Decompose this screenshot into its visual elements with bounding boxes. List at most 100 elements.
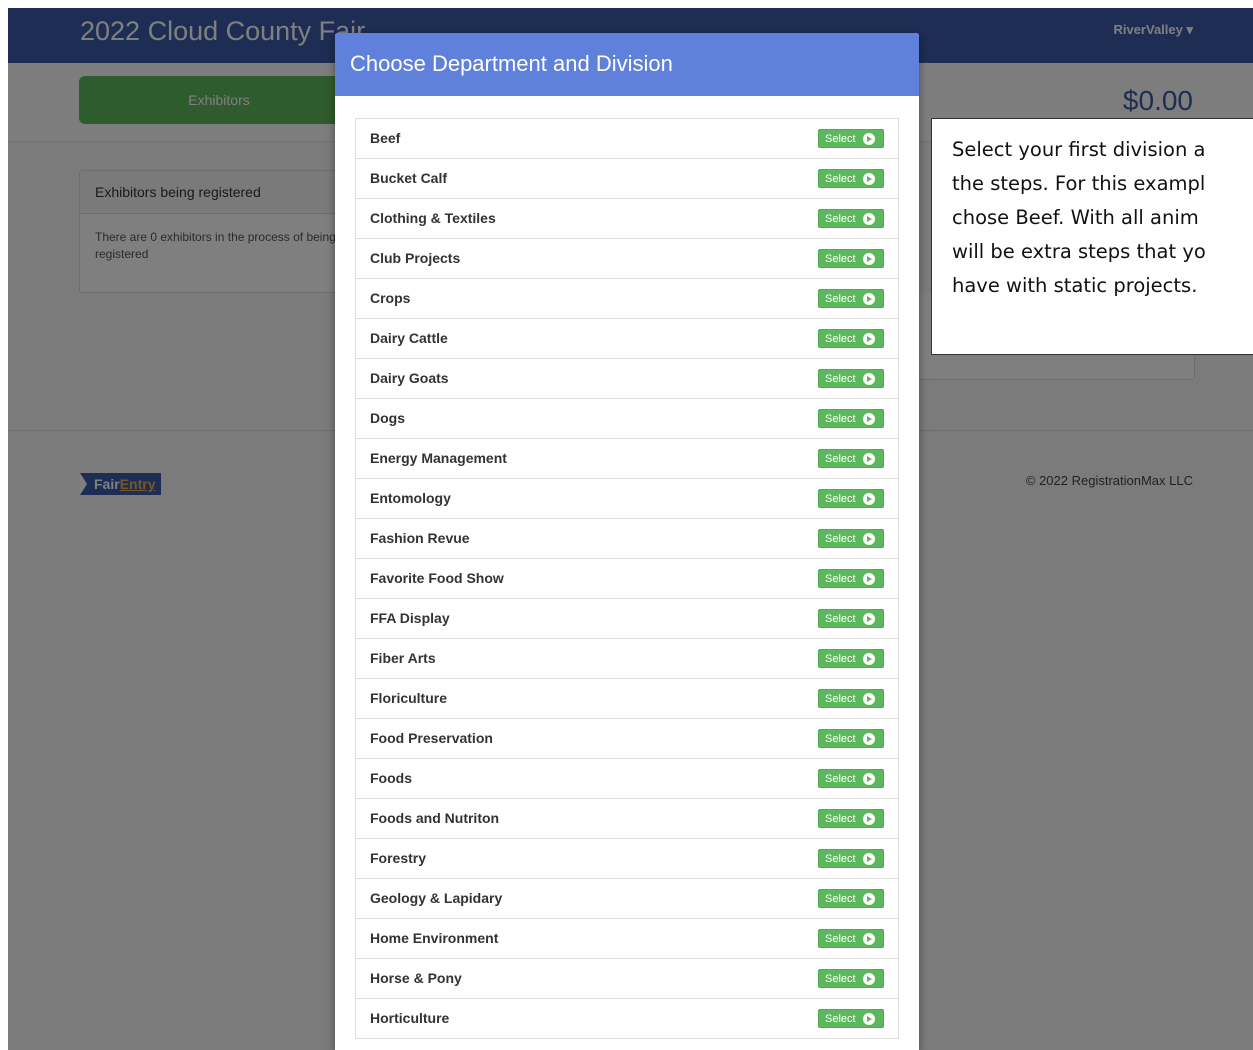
arrow-circle-right-icon	[863, 533, 875, 545]
arrow-circle-right-icon	[863, 853, 875, 865]
select-button-label: Select	[825, 813, 856, 825]
select-division-button[interactable]: Select	[818, 729, 884, 748]
select-division-button[interactable]: Select	[818, 529, 884, 548]
division-name: Home Environment	[370, 930, 499, 946]
division-item: Beef Select	[355, 118, 899, 159]
callout-line: the steps. For this exampl	[952, 172, 1206, 195]
arrow-circle-right-icon	[863, 453, 875, 465]
select-button-label: Select	[825, 133, 856, 145]
division-name: Club Projects	[370, 250, 461, 266]
division-name: Energy Management	[370, 450, 507, 466]
select-division-button[interactable]: Select	[818, 129, 884, 148]
arrow-circle-right-icon	[863, 733, 875, 745]
select-division-button[interactable]: Select	[818, 489, 884, 508]
division-name: Clothing & Textiles	[370, 210, 496, 226]
select-button-label: Select	[825, 733, 856, 745]
select-button-label: Select	[825, 1013, 856, 1025]
arrow-circle-right-icon	[863, 693, 875, 705]
arrow-circle-right-icon	[863, 213, 875, 225]
select-division-button[interactable]: Select	[818, 969, 884, 988]
division-name: Fashion Revue	[370, 530, 470, 546]
select-button-label: Select	[825, 333, 856, 345]
arrow-circle-right-icon	[863, 1013, 875, 1025]
division-name: Food Preservation	[370, 730, 493, 746]
select-division-button[interactable]: Select	[818, 689, 884, 708]
division-item: Energy Management Select	[355, 438, 899, 479]
division-name: Dairy Goats	[370, 370, 449, 386]
select-button-label: Select	[825, 693, 856, 705]
arrow-circle-right-icon	[863, 173, 875, 185]
arrow-circle-right-icon	[863, 293, 875, 305]
choose-division-modal: Choose Department and Division Beef Selec…	[335, 33, 919, 1050]
division-item: Crops Select	[355, 278, 899, 319]
division-item: Horse & Pony Select	[355, 958, 899, 999]
division-item: Club Projects Select	[355, 238, 899, 279]
division-name: FFA Display	[370, 610, 450, 626]
division-item: Clothing & Textiles Select	[355, 198, 899, 239]
select-division-button[interactable]: Select	[818, 649, 884, 668]
select-button-label: Select	[825, 173, 856, 185]
select-button-label: Select	[825, 413, 856, 425]
select-button-label: Select	[825, 253, 856, 265]
select-button-label: Select	[825, 493, 856, 505]
select-division-button[interactable]: Select	[818, 209, 884, 228]
select-division-button[interactable]: Select	[818, 889, 884, 908]
division-name: Bucket Calf	[370, 170, 448, 186]
select-division-button[interactable]: Select	[818, 849, 884, 868]
callout-line: chose Beef. With all anim	[952, 206, 1199, 229]
page-border-top	[0, 0, 1253, 8]
arrow-circle-right-icon	[863, 133, 875, 145]
arrow-circle-right-icon	[863, 613, 875, 625]
arrow-circle-right-icon	[863, 773, 875, 785]
division-item: Dogs Select	[355, 398, 899, 439]
division-item: Geology & Lapidary Select	[355, 878, 899, 919]
arrow-circle-right-icon	[863, 373, 875, 385]
select-button-label: Select	[825, 213, 856, 225]
division-item: Horticulture Select	[355, 998, 899, 1039]
select-button-label: Select	[825, 773, 856, 785]
select-button-label: Select	[825, 613, 856, 625]
division-item: Fiber Arts Select	[355, 638, 899, 679]
select-division-button[interactable]: Select	[818, 609, 884, 628]
page-border-left	[0, 0, 8, 1050]
division-item: Home Environment Select	[355, 918, 899, 959]
select-button-label: Select	[825, 293, 856, 305]
division-item: Foods and Nutriton Select	[355, 798, 899, 839]
division-item: Floriculture Select	[355, 678, 899, 719]
division-name: Favorite Food Show	[370, 570, 504, 586]
select-division-button[interactable]: Select	[818, 249, 884, 268]
select-division-button[interactable]: Select	[818, 769, 884, 788]
select-division-button[interactable]: Select	[818, 289, 884, 308]
arrow-circle-right-icon	[863, 933, 875, 945]
division-item: Dairy Cattle Select	[355, 318, 899, 359]
division-name: Dogs	[370, 410, 405, 426]
division-name: Forestry	[370, 850, 427, 866]
modal-title: Choose Department and Division	[335, 33, 919, 96]
division-item: Entomology Select	[355, 478, 899, 519]
select-division-button[interactable]: Select	[818, 1009, 884, 1028]
select-division-button[interactable]: Select	[818, 329, 884, 348]
select-button-label: Select	[825, 573, 856, 585]
division-name: Horse & Pony	[370, 970, 462, 986]
callout-line: Select your first division a	[952, 138, 1206, 161]
arrow-circle-right-icon	[863, 333, 875, 345]
division-item: Favorite Food Show Select	[355, 558, 899, 599]
select-division-button[interactable]: Select	[818, 409, 884, 428]
arrow-circle-right-icon	[863, 493, 875, 505]
select-button-label: Select	[825, 533, 856, 545]
division-name: Floriculture	[370, 690, 448, 706]
select-button-label: Select	[825, 453, 856, 465]
division-name: Horticulture	[370, 1010, 450, 1026]
select-division-button[interactable]: Select	[818, 929, 884, 948]
select-division-button[interactable]: Select	[818, 369, 884, 388]
select-division-button[interactable]: Select	[818, 449, 884, 468]
select-button-label: Select	[825, 973, 856, 985]
division-name: Dairy Cattle	[370, 330, 448, 346]
select-division-button[interactable]: Select	[818, 569, 884, 588]
division-name: Entomology	[370, 490, 451, 506]
select-division-button[interactable]: Select	[818, 809, 884, 828]
division-item: Fashion Revue Select	[355, 518, 899, 559]
arrow-circle-right-icon	[863, 413, 875, 425]
select-division-button[interactable]: Select	[818, 169, 884, 188]
arrow-circle-right-icon	[863, 973, 875, 985]
